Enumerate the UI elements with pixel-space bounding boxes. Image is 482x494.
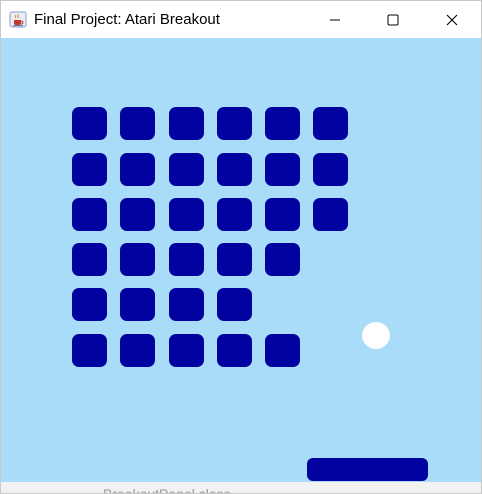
brick bbox=[265, 243, 300, 276]
close-button[interactable] bbox=[429, 1, 475, 38]
brick bbox=[217, 153, 252, 186]
brick bbox=[313, 198, 348, 231]
brick bbox=[217, 107, 252, 140]
brick bbox=[313, 107, 348, 140]
brick bbox=[120, 107, 155, 140]
window-title: Final Project: Atari Breakout bbox=[34, 11, 220, 28]
chevron-icon bbox=[85, 488, 95, 493]
app-window: Final Project: Atari Breakout BreakoutPa… bbox=[0, 0, 482, 494]
title-bar[interactable]: Final Project: Atari Breakout bbox=[1, 1, 481, 38]
brick bbox=[169, 288, 204, 321]
brick bbox=[120, 288, 155, 321]
brick bbox=[265, 107, 300, 140]
brick bbox=[265, 198, 300, 231]
minimize-icon bbox=[329, 14, 341, 26]
brick bbox=[72, 243, 107, 276]
brick bbox=[217, 243, 252, 276]
close-icon bbox=[446, 14, 458, 26]
brick bbox=[217, 288, 252, 321]
brick bbox=[313, 153, 348, 186]
brick bbox=[169, 198, 204, 231]
minimize-button[interactable] bbox=[312, 1, 358, 38]
ball bbox=[362, 322, 390, 349]
brick bbox=[72, 153, 107, 186]
brick bbox=[265, 153, 300, 186]
brick bbox=[169, 243, 204, 276]
brick bbox=[120, 153, 155, 186]
brick bbox=[120, 243, 155, 276]
brick bbox=[217, 334, 252, 367]
brick bbox=[169, 334, 204, 367]
brick bbox=[72, 334, 107, 367]
brick bbox=[72, 107, 107, 140]
background-window-text: BreakoutPanel.class bbox=[103, 486, 231, 494]
brick bbox=[120, 198, 155, 231]
paddle[interactable] bbox=[307, 458, 428, 481]
brick bbox=[169, 153, 204, 186]
brick bbox=[120, 334, 155, 367]
maximize-button[interactable] bbox=[370, 1, 416, 38]
brick bbox=[217, 198, 252, 231]
brick bbox=[265, 334, 300, 367]
brick bbox=[169, 107, 204, 140]
java-coffee-cup-icon bbox=[9, 11, 27, 28]
brick bbox=[72, 288, 107, 321]
background-window-strip: BreakoutPanel.class bbox=[1, 482, 481, 494]
maximize-icon bbox=[387, 14, 399, 26]
brick bbox=[72, 198, 107, 231]
game-canvas[interactable] bbox=[1, 38, 481, 482]
